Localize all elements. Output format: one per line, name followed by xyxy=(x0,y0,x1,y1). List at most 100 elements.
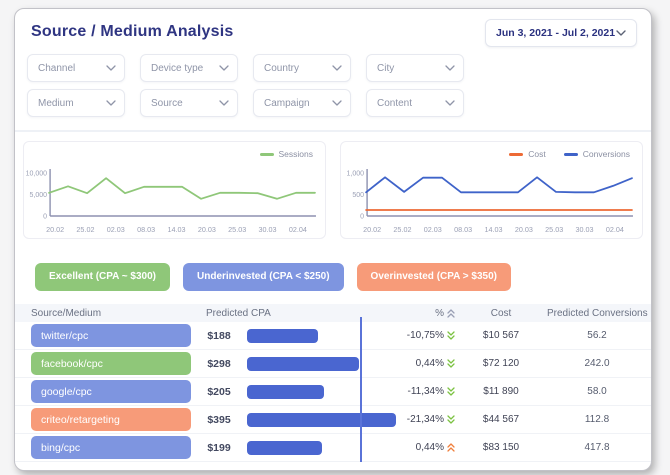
table-row: bing/cpc$199 0,44% $83 150417.8 xyxy=(15,434,651,462)
table-header-row: Source/Medium Predicted CPA % Cost Predi… xyxy=(15,304,651,322)
col-header-predicted-conversions: Predicted Conversions xyxy=(547,308,647,319)
svg-text:20.03: 20.03 xyxy=(198,225,216,234)
svg-text:14.03: 14.03 xyxy=(484,225,502,234)
filter-city[interactable]: City xyxy=(366,54,464,82)
legend-badge-underinvested[interactable]: Underinvested (CPA < $250) xyxy=(183,263,344,291)
chart-legend: Sessions xyxy=(260,149,314,159)
percent-change-value: -10,75% xyxy=(407,330,444,341)
source-medium-pill[interactable]: criteo/retargeting xyxy=(31,408,191,431)
dashboard-card: Source / Medium Analysis Jun 3, 2021 - J… xyxy=(14,8,652,471)
chevron-down-icon xyxy=(445,65,455,71)
sessions-chart-card: Sessions05,00010,00020.0225.0202.0308.03… xyxy=(23,141,326,239)
cpa-bar xyxy=(247,385,324,399)
svg-text:0: 0 xyxy=(43,214,47,221)
col-header-cost: Cost xyxy=(455,308,547,319)
legend-item-conversions: Conversions xyxy=(564,149,630,159)
filter-label: Source xyxy=(151,98,183,109)
cost-conversions-chart-card: CostConversions05001,00020.0225.0202.030… xyxy=(340,141,643,239)
percent-change-value: 0,44% xyxy=(416,358,444,369)
legend-line-marker xyxy=(564,153,578,156)
legend-label: Cost xyxy=(528,149,545,159)
cpa-bar xyxy=(247,357,359,371)
col-header-percent[interactable]: % xyxy=(397,308,455,319)
chevron-down-icon xyxy=(332,100,342,106)
svg-text:30.03: 30.03 xyxy=(576,225,594,234)
filter-channel[interactable]: Channel xyxy=(27,54,125,82)
table-row: twitter/cpc$188-10,75%$10 56756.2 xyxy=(15,322,651,350)
source-medium-pill[interactable]: google/cpc xyxy=(31,380,191,403)
source-medium-pill[interactable]: bing/cpc xyxy=(31,436,191,459)
filter-source[interactable]: Source xyxy=(140,89,238,117)
filter-campaign[interactable]: Campaign xyxy=(253,89,351,117)
legend-item-sessions: Sessions xyxy=(260,149,314,159)
sort-chevrons-up-icon xyxy=(447,309,455,318)
legend-badge-overinvested[interactable]: Overinvested (CPA > $350) xyxy=(357,263,511,291)
svg-text:10,000: 10,000 xyxy=(26,171,48,178)
filter-country[interactable]: Country xyxy=(253,54,351,82)
filter-device-type[interactable]: Device type xyxy=(140,54,238,82)
percent-change-cell: -11,34% xyxy=(397,386,455,397)
cost-value: $72 120 xyxy=(455,358,547,369)
percent-change-value: 0,44% xyxy=(416,442,444,453)
predicted-conversions-value: 58.0 xyxy=(547,386,647,397)
cpa-bar-cell xyxy=(247,434,397,461)
source-medium-pill[interactable]: facebook/cpc xyxy=(31,352,191,375)
col-header-percent-label: % xyxy=(435,308,444,319)
cost-conversions-chart: 05001,00020.0225.0202.0308.0314.0320.032… xyxy=(341,164,642,236)
svg-text:02.04: 02.04 xyxy=(289,225,307,234)
filters-grid: Channel Device type Country City Medium Sourc… xyxy=(15,41,651,117)
predicted-cpa-value: $188 xyxy=(191,330,247,342)
cpa-bar xyxy=(247,441,322,455)
filter-content[interactable]: Content xyxy=(366,89,464,117)
percent-change-value: -21,34% xyxy=(407,414,444,425)
legend-label: Sessions xyxy=(279,149,314,159)
trend-up-chevrons-icon xyxy=(447,443,455,452)
trend-down-chevrons-icon xyxy=(447,415,455,424)
filter-medium[interactable]: Medium xyxy=(27,89,125,117)
svg-text:30.03: 30.03 xyxy=(259,225,277,234)
chevron-down-icon xyxy=(219,65,229,71)
trend-down-chevrons-icon xyxy=(447,359,455,368)
source-medium-pill[interactable]: twitter/cpc xyxy=(31,324,191,347)
cpa-bar-cell xyxy=(247,350,397,377)
legend-line-marker xyxy=(509,153,523,156)
legend-badge-excellent[interactable]: Excellent (CPA ~ $300) xyxy=(35,263,170,291)
table-row: google/cpc$205-11,34%$11 89058.0 xyxy=(15,378,651,406)
date-range-selector[interactable]: Jun 3, 2021 - Jul 2, 2021 xyxy=(485,19,637,47)
svg-text:02.03: 02.03 xyxy=(424,225,442,234)
svg-text:20.03: 20.03 xyxy=(515,225,533,234)
table-row: facebook/cpc$298 0,44% $72 120242.0 xyxy=(15,350,651,378)
filter-label: Country xyxy=(264,63,299,74)
filter-label: Device type xyxy=(151,63,203,74)
svg-text:02.04: 02.04 xyxy=(606,225,624,234)
cpa-bar xyxy=(247,329,318,343)
svg-text:20.02: 20.02 xyxy=(363,225,381,234)
card-header: Source / Medium Analysis Jun 3, 2021 - J… xyxy=(15,9,651,41)
cpa-bar xyxy=(247,413,396,427)
predicted-conversions-value: 242.0 xyxy=(547,358,647,369)
status-legend: Excellent (CPA ~ $300) Underinvested (CPA… xyxy=(15,239,651,291)
predicted-cpa-value: $199 xyxy=(191,442,247,454)
filter-label: Channel xyxy=(38,63,75,74)
table-row: criteo/retargeting$395-21,34%$44 567112.… xyxy=(15,406,651,434)
svg-text:25.03: 25.03 xyxy=(228,225,246,234)
percent-change-cell: 0,44% xyxy=(397,358,455,369)
svg-text:08.03: 08.03 xyxy=(137,225,155,234)
chevron-down-icon xyxy=(106,100,116,106)
svg-text:25.03: 25.03 xyxy=(545,225,563,234)
percent-change-cell: 0,44% xyxy=(397,442,455,453)
filter-label: Medium xyxy=(38,98,74,109)
percent-change-value: -11,34% xyxy=(407,386,444,397)
cost-value: $83 150 xyxy=(455,442,547,453)
charts-row: Sessions05,00010,00020.0225.0202.0308.03… xyxy=(15,132,651,239)
cost-value: $11 890 xyxy=(455,386,547,397)
svg-text:0: 0 xyxy=(360,214,364,221)
svg-text:500: 500 xyxy=(352,192,364,199)
svg-text:5,000: 5,000 xyxy=(30,192,48,199)
filter-label: City xyxy=(377,63,394,74)
svg-text:02.03: 02.03 xyxy=(107,225,125,234)
svg-text:14.03: 14.03 xyxy=(167,225,185,234)
predicted-cpa-value: $298 xyxy=(191,358,247,370)
predicted-conversions-value: 417.8 xyxy=(547,442,647,453)
predicted-conversions-value: 112.8 xyxy=(547,414,647,425)
